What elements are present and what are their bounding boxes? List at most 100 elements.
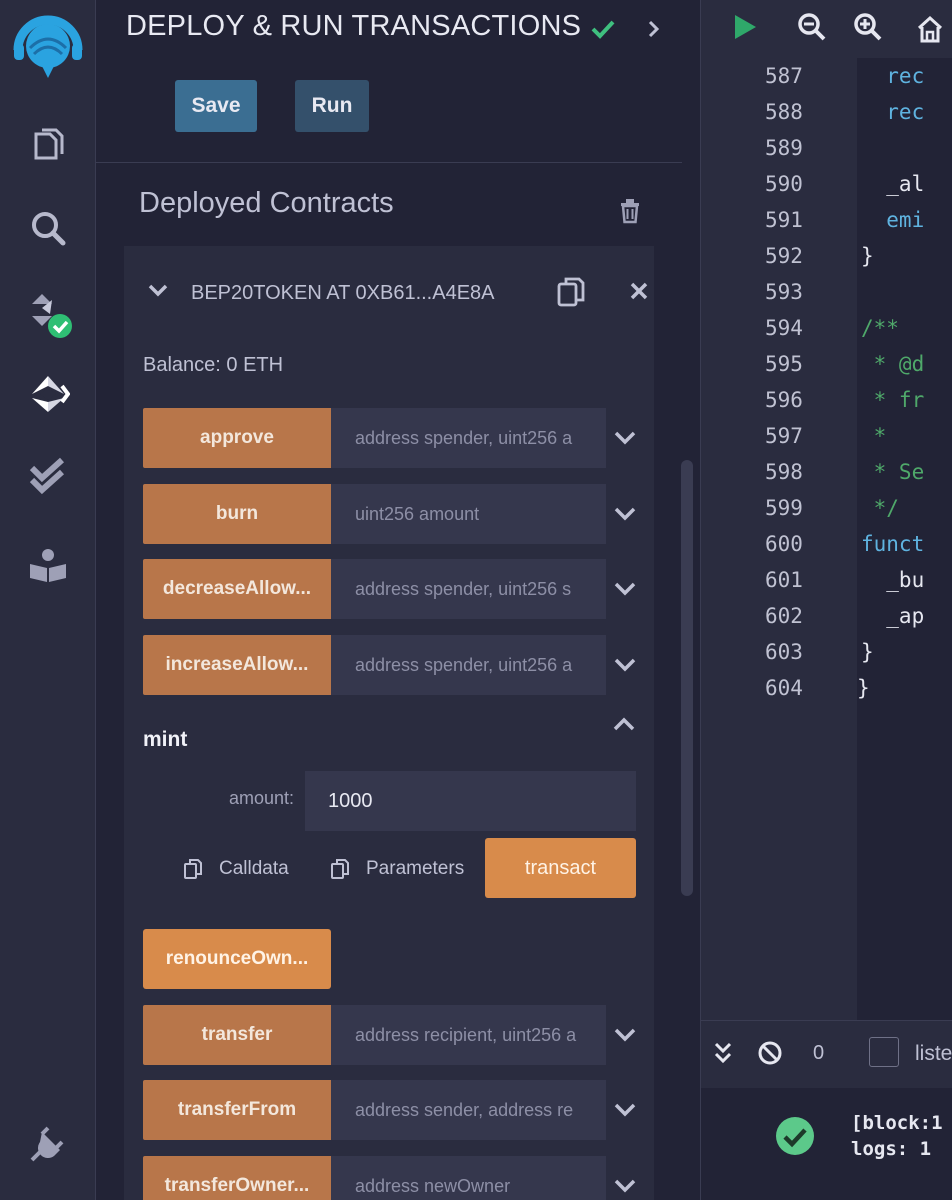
chevron-down-icon[interactable]: [613, 579, 637, 599]
line-number: 594: [765, 316, 803, 340]
transact-button[interactable]: transact: [485, 838, 636, 898]
function-row-burn: burn uint256 amount: [143, 484, 636, 544]
chevron-down-icon[interactable]: [613, 655, 637, 675]
line-number: 595: [765, 352, 803, 376]
run-button[interactable]: Run: [295, 80, 369, 132]
function-args-input[interactable]: address spender, uint256 a: [331, 408, 606, 468]
function-button[interactable]: transferFrom: [143, 1080, 331, 1140]
chevron-down-icon[interactable]: [613, 1100, 637, 1120]
function-row-increase-allowance: increaseAllow... address spender, uint25…: [143, 635, 636, 695]
line-number: 591: [765, 208, 803, 232]
chevron-up-icon[interactable]: [612, 714, 636, 734]
amount-input[interactable]: 1000: [305, 771, 636, 831]
chevron-right-icon[interactable]: [644, 16, 664, 42]
testing-icon[interactable]: [22, 450, 74, 502]
parameters-label: Parameters: [366, 858, 465, 879]
line-number: 588: [765, 100, 803, 124]
success-check-icon: [776, 1117, 814, 1155]
listen-label: liste: [915, 1042, 952, 1065]
file-explorer-icon[interactable]: [22, 118, 74, 170]
code-line: }: [857, 676, 870, 700]
line-number: 596: [765, 388, 803, 412]
plugin-manager-icon[interactable]: [22, 1118, 74, 1170]
code-line: rec: [861, 100, 925, 124]
function-args-input[interactable]: address recipient, uint256 a: [331, 1005, 606, 1065]
code-line: _al: [861, 172, 925, 196]
code-line: emi: [861, 208, 925, 232]
play-icon[interactable]: [731, 12, 759, 42]
deploy-run-panel: DEPLOY & RUN TRANSACTIONS Save Run Deplo…: [96, 0, 700, 1200]
code-line: * Se: [861, 460, 925, 484]
code-line: rec: [861, 64, 925, 88]
contract-balance: Balance: 0 ETH: [143, 354, 284, 376]
icon-rail: [0, 0, 96, 1200]
code-line: }: [861, 640, 874, 664]
zoom-in-icon[interactable]: [853, 12, 883, 42]
line-number: 603: [765, 640, 803, 664]
function-button[interactable]: approve: [143, 408, 331, 468]
editor-toolbar: [701, 0, 952, 58]
function-row-transfer-from: transferFrom address sender, address re: [143, 1080, 636, 1140]
code-editor: 587 rec 588 rec 589 590 _al 591 emi 592 …: [700, 0, 952, 1200]
function-button[interactable]: increaseAllow...: [143, 635, 331, 695]
function-button[interactable]: transferOwner...: [143, 1156, 331, 1200]
terminal-log-line[interactable]: logs: 1: [851, 1138, 943, 1160]
chevron-down-icon[interactable]: [613, 504, 637, 524]
function-button[interactable]: burn: [143, 484, 331, 544]
line-number: 593: [765, 280, 803, 304]
deploy-run-icon[interactable]: [22, 368, 74, 420]
zoom-out-icon[interactable]: [797, 12, 827, 42]
code-line: funct: [861, 532, 925, 556]
chevron-down-icon[interactable]: [613, 1025, 637, 1045]
solidity-compiler-icon[interactable]: [22, 286, 74, 338]
chevron-down-icon[interactable]: [613, 428, 637, 448]
calldata-label: Calldata: [219, 858, 289, 879]
remix-ide: DEPLOY & RUN TRANSACTIONS Save Run Deplo…: [0, 0, 952, 1200]
line-number: 597: [765, 424, 803, 448]
function-row-decrease-allowance: decreaseAllow... address spender, uint25…: [143, 559, 636, 619]
chevron-down-icon[interactable]: [613, 1176, 637, 1196]
line-number: 589: [765, 136, 803, 160]
line-number: 600: [765, 532, 803, 556]
clear-console-icon[interactable]: [757, 1040, 783, 1066]
line-number: 602: [765, 604, 803, 628]
pending-tx-count: 0: [813, 1042, 825, 1064]
deployed-contracts-title: Deployed Contracts: [139, 187, 394, 219]
remix-logo-icon[interactable]: [8, 6, 88, 82]
divider: [96, 162, 682, 163]
function-args-input[interactable]: address sender, address re: [331, 1080, 606, 1140]
home-icon[interactable]: [915, 14, 945, 44]
function-args-input[interactable]: uint256 amount: [331, 484, 606, 544]
copy-calldata-button[interactable]: Calldata: [183, 856, 289, 882]
function-row-transfer-ownership: transferOwner... address newOwner: [143, 1156, 636, 1200]
check-icon: [591, 20, 615, 39]
code-line: */: [861, 496, 899, 520]
save-button[interactable]: Save: [175, 80, 257, 132]
line-number: 598: [765, 460, 803, 484]
line-number: 592: [765, 244, 803, 268]
chevron-down-icon[interactable]: [146, 280, 170, 302]
function-args-input[interactable]: address newOwner: [331, 1156, 606, 1200]
terminal-log-line[interactable]: [block:1: [851, 1112, 943, 1134]
code-line: * fr: [861, 388, 925, 412]
line-number: 604: [765, 676, 803, 700]
copy-parameters-button[interactable]: Parameters: [330, 856, 464, 882]
collapse-terminal-icon[interactable]: [713, 1040, 733, 1066]
line-number: 587: [765, 64, 803, 88]
renounce-ownership-button[interactable]: renounceOwn...: [143, 929, 331, 989]
function-row-approve: approve address spender, uint256 a: [143, 408, 636, 468]
function-button[interactable]: decreaseAllow...: [143, 559, 331, 619]
code-line: /**: [861, 316, 899, 340]
listen-checkbox[interactable]: [869, 1037, 899, 1067]
function-args-input[interactable]: address spender, uint256 s: [331, 559, 606, 619]
search-icon[interactable]: [22, 202, 74, 254]
learneth-book-icon[interactable]: [22, 540, 74, 592]
function-button[interactable]: transfer: [143, 1005, 331, 1065]
function-args-input[interactable]: address spender, uint256 a: [331, 635, 606, 695]
panel-scrollbar[interactable]: [681, 460, 693, 896]
copy-icon[interactable]: [556, 276, 586, 308]
close-icon[interactable]: [628, 280, 650, 302]
code-line: _ap: [861, 604, 925, 628]
trash-icon[interactable]: [616, 196, 644, 224]
mint-function-label: mint: [143, 728, 188, 751]
